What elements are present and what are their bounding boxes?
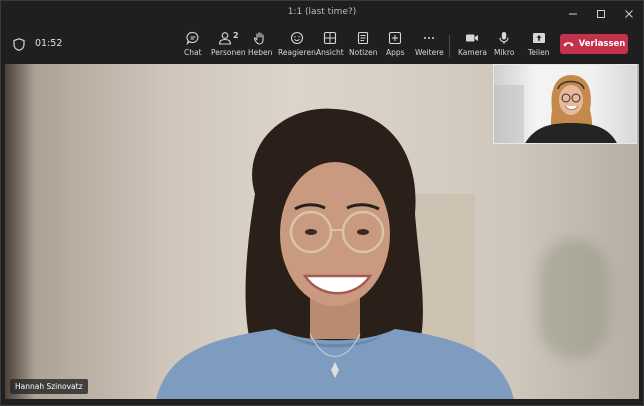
window-title: 1:1 (last time?) bbox=[287, 7, 357, 17]
share-icon bbox=[532, 33, 545, 43]
self-view-video[interactable] bbox=[493, 64, 637, 144]
apps-label: Apps bbox=[386, 48, 405, 57]
mic-icon bbox=[499, 32, 509, 44]
grid-icon bbox=[323, 31, 336, 45]
close-icon[interactable] bbox=[615, 1, 643, 26]
apps-button[interactable]: Apps bbox=[386, 31, 405, 61]
window-controls bbox=[559, 1, 643, 26]
self-view-participant bbox=[494, 75, 617, 143]
smiley-icon bbox=[290, 31, 303, 45]
people-label: Personen bbox=[211, 48, 246, 57]
leave-label: Verlassen bbox=[578, 39, 626, 49]
participant-name-tag: Hannah Szinovatz bbox=[10, 379, 88, 394]
share-button[interactable]: Teilen bbox=[528, 31, 549, 61]
call-timer: 01:52 bbox=[35, 38, 63, 49]
notes-button[interactable]: Notizen bbox=[349, 31, 378, 61]
people-button[interactable]: 2 Personen bbox=[211, 31, 246, 61]
leave-button[interactable]: Verlassen bbox=[560, 34, 628, 54]
view-button[interactable]: Ansicht bbox=[316, 31, 344, 61]
more-label: Weitere bbox=[415, 48, 444, 57]
participant-video bbox=[156, 108, 514, 399]
chat-button[interactable]: Chat bbox=[184, 31, 202, 61]
more-button[interactable]: Weitere bbox=[415, 31, 444, 61]
mic-button[interactable]: Mikro bbox=[494, 31, 514, 61]
hand-icon bbox=[254, 32, 264, 45]
camera-button[interactable]: Kamera bbox=[458, 31, 487, 61]
camera-icon bbox=[466, 34, 479, 42]
title-bar: 1:1 (last time?) bbox=[1, 1, 643, 26]
background-plant bbox=[539, 239, 609, 359]
meeting-window: 1:1 (last time?) 01:52 Chat 2 Personen H… bbox=[0, 0, 644, 406]
phone-hangup-icon bbox=[563, 42, 574, 47]
react-label: Reagieren bbox=[278, 48, 316, 57]
camera-label: Kamera bbox=[458, 48, 487, 57]
meeting-toolbar: 01:52 Chat 2 Personen Heben Reagieren An… bbox=[1, 26, 643, 63]
raise-hand-label: Heben bbox=[248, 48, 273, 57]
people-count: 2 bbox=[233, 31, 239, 40]
plus-square-icon bbox=[389, 31, 402, 45]
minimize-icon[interactable] bbox=[559, 1, 587, 26]
mic-label: Mikro bbox=[494, 48, 515, 57]
raise-hand-button[interactable]: Heben bbox=[248, 31, 272, 61]
chat-label: Chat bbox=[184, 48, 202, 57]
toolbar-divider bbox=[449, 35, 450, 57]
chat-icon bbox=[186, 31, 199, 45]
shield-icon bbox=[13, 38, 25, 51]
notes-icon bbox=[358, 31, 369, 45]
video-shadow bbox=[5, 64, 35, 399]
view-label: Ansicht bbox=[316, 48, 344, 57]
react-button[interactable]: Reagieren bbox=[278, 31, 316, 61]
more-icon bbox=[424, 37, 435, 39]
notes-label: Notizen bbox=[349, 48, 378, 57]
maximize-icon[interactable] bbox=[587, 1, 615, 26]
share-label: Teilen bbox=[528, 48, 550, 57]
people-icon bbox=[218, 32, 232, 45]
